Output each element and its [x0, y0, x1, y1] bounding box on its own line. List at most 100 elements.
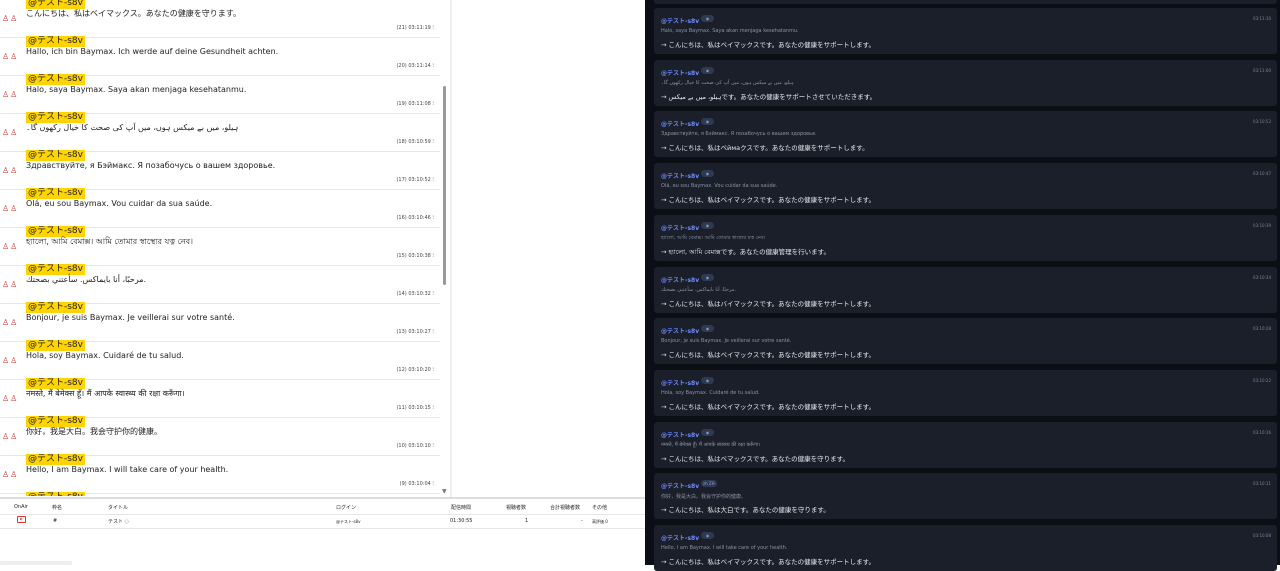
comment-row[interactable]: ♙♙ @テスト-s8v ہیلو، میں بے میکس ہوں، میں آپ … [0, 112, 440, 152]
translation-card[interactable]: @テスト-s8v ◉ 03:10:34 مرحبًا، أنا بايماكس. سأ… [654, 267, 1277, 313]
user-icon: ♙♙ [2, 394, 19, 403]
comment-row[interactable]: ♙♙ @テスト-s8v Bonjour, je suis Baymax. Je ve… [0, 302, 440, 342]
comment-row[interactable]: ♙♙ @テスト-s8v مرحبًا، أنا بايماكس. سأعتني بص… [0, 264, 440, 304]
translation-card[interactable]: @テスト-s8v ◉ 03:10:47 Olá, eu sou Baymax. Vou… [654, 163, 1277, 209]
table-header-divider [0, 514, 645, 515]
comment-menu-icon[interactable]: ⁝ [432, 405, 434, 411]
comment-menu-icon[interactable]: ⁝ [432, 291, 434, 297]
card-author[interactable]: @テスト-s8v [661, 533, 699, 542]
comment-row[interactable]: ♙♙ @テスト-s8v Hello, I am Baymax. I will tak… [0, 454, 440, 494]
user-icon: ♙♙ [2, 318, 19, 327]
comment-menu-icon[interactable]: ⁝ [432, 63, 434, 69]
comment-row[interactable]: ♙♙ @テスト-s8v হ্যালো, আমি বেমাক্স। আমি তোমার… [0, 226, 440, 266]
bottom-handle[interactable] [0, 561, 72, 565]
comment-row[interactable]: ♙♙ @テスト-s8v Halo, saya Baymax. Saya akan m… [0, 74, 440, 114]
card-author[interactable]: @テスト-s8v [661, 16, 699, 25]
comment-row[interactable]: ♙♙ @テスト-s8v Olá, eu sou Baymax. Vou cuidar… [0, 188, 440, 228]
header-title: タイトル [108, 505, 129, 511]
comment-author[interactable]: @テスト-s8v [26, 188, 85, 199]
comment-meta: (9) 03:10:04 ⁝ [400, 481, 434, 487]
comment-row[interactable]: ♙♙ @テスト-s8v こんにちは、私はベイマックス。あなたの健康を守ります。 (21… [0, 0, 440, 38]
language-badge: ◉ [701, 274, 714, 281]
card-author[interactable]: @テスト-s8v [661, 223, 699, 232]
comment-author[interactable]: @テスト-s8v [26, 454, 85, 465]
translation-card[interactable]: @テスト-s8v ◉ 03:10:22 Hola, soy Baymax. Cuida… [654, 370, 1277, 416]
comment-menu-icon[interactable]: ⁝ [432, 481, 434, 487]
card-original-text: Здравствуйте, я Бэймакс. Я позабочусь о … [661, 131, 817, 137]
translation-card[interactable]: @テスト-s8v ◉ 03:10:53 Здравствуйте, я Бэймакс… [654, 111, 1277, 157]
translation-card[interactable]: @テスト-s8v zh ZH 03:10:11 你好，我是大白。我会守护你的健康。 → … [654, 473, 1277, 519]
card-author[interactable]: @テスト-s8v [661, 326, 699, 335]
translation-card[interactable]: @テスト-s8v ◉ 03:10:08 Hello, I am Baymax. I w… [654, 525, 1277, 571]
row-title[interactable]: テスト ◌ [108, 518, 129, 525]
card-author[interactable]: @テスト-s8v [661, 275, 699, 284]
comment-author[interactable]: @テスト-s8v [26, 340, 85, 351]
comment-meta: (16) 03:10:46 ⁝ [396, 215, 434, 221]
comment-meta: (15) 03:10:38 ⁝ [396, 253, 434, 259]
comment-text: হ্যালো, আমি বেমাক্স। আমি তোমার স্বাস্থ্য… [26, 237, 193, 246]
row-total-viewers: - [581, 518, 583, 524]
comment-row[interactable]: ♙♙ @テスト-s8v Здравствуйте, я Бэймакс. Я поз… [0, 150, 440, 190]
comment-list[interactable]: ♙♙ @テスト-s8v こんにちは、私はベイマックス。あなたの健康を守ります。 (21… [0, 0, 450, 496]
translation-card[interactable]: @テスト-s8v ◉ 03:10:16 नमस्ते, मैं बेमेक्स हूँ… [654, 422, 1277, 468]
row-viewers: 1 [525, 518, 529, 524]
comment-author[interactable]: @テスト-s8v [26, 302, 85, 313]
comment-text: Hallo, ich bin Baymax. Ich werde auf dei… [26, 47, 279, 56]
comment-author[interactable]: @テスト-s8v [26, 36, 85, 47]
card-author[interactable]: @テスト-s8v [661, 171, 699, 180]
comment-row[interactable]: ♙♙ @テスト-s8v 你好，我是大白。我会守护你的健康。 (10) 03:10:10… [0, 416, 440, 456]
comment-time: 03:10:27 [408, 329, 431, 335]
comment-author[interactable]: @テスト-s8v [26, 226, 85, 237]
comment-text: Hola, soy Baymax. Cuidaré de tu salud. [26, 351, 184, 360]
comment-scrollbar-thumb[interactable] [443, 86, 446, 285]
comment-author[interactable]: @テスト-s8v [26, 112, 85, 123]
comment-menu-icon[interactable]: ⁝ [432, 443, 434, 449]
comment-author[interactable]: @テスト-s8v [26, 264, 85, 275]
horizontal-splitter[interactable] [0, 497, 645, 499]
comment-menu-icon[interactable]: ⁝ [432, 253, 434, 259]
comment-menu-icon[interactable]: ⁝ [432, 177, 434, 183]
comment-time: 03:10:59 [408, 139, 431, 145]
card-time: 03:10:22 [1253, 378, 1271, 383]
card-translated-text: → こんにちは、私はバイマックスです。あなたの健康をサポートします。 [661, 300, 876, 308]
comment-time: 03:11:19 [408, 25, 431, 31]
header-onair: OnAir [14, 504, 28, 510]
comment-menu-icon[interactable]: ⁝ [432, 367, 434, 373]
translation-card[interactable]: @テスト-s8v ◉ 03:11:10 Halo, saya Baymax. Saya… [654, 8, 1277, 54]
translation-card[interactable]: @テスト-s8v ◉ 03:11:00 ہیلو، میں بے میکس ہوں، … [654, 60, 1277, 106]
translation-card[interactable]: @テスト-s8v ◉ 03:10:28 Bonjour, je suis Baymax… [654, 318, 1277, 364]
card-author[interactable]: @テスト-s8v [661, 119, 699, 128]
onair-video-icon[interactable] [17, 516, 26, 523]
comment-author[interactable]: @テスト-s8v [26, 150, 85, 161]
comment-author[interactable]: @テスト-s8v [26, 492, 85, 496]
comment-time: 03:10:38 [408, 253, 431, 259]
card-author[interactable]: @テスト-s8v [661, 68, 699, 77]
comment-row[interactable]: ♙♙ @テスト-s8v Hallo, ich bin Baymax. Ich wer… [0, 36, 440, 76]
comment-author[interactable]: @テスト-s8v [26, 0, 85, 9]
comment-row[interactable]: ♙♙ @テスト-s8v नमस्ते, मैं बेमेक्स हूँ। मैं आ… [0, 378, 440, 418]
comment-menu-icon[interactable]: ⁝ [432, 101, 434, 107]
comment-number: (12) [396, 367, 407, 373]
comment-author[interactable]: @テスト-s8v [26, 378, 85, 389]
user-icon: ♙♙ [2, 356, 19, 365]
comment-menu-icon[interactable]: ⁝ [432, 215, 434, 221]
comment-author[interactable]: @テスト-s8v [26, 74, 85, 85]
comment-menu-icon[interactable]: ⁝ [432, 25, 434, 31]
comment-text: 你好，我是大白。我会守护你的健康。 [26, 427, 162, 436]
comment-menu-icon[interactable]: ⁝ [432, 139, 434, 145]
row-login[interactable]: @テスト-s8v [336, 519, 360, 525]
comment-menu-icon[interactable]: ⁝ [432, 329, 434, 335]
user-icon: ♙♙ [2, 470, 19, 479]
comment-row[interactable]: ♙♙ @テスト-s8v Hola, soy Baymax. Cuidaré de t… [0, 340, 440, 380]
card-author[interactable]: @テスト-s8v [661, 481, 699, 490]
comment-meta: (19) 03:11:08 ⁝ [396, 101, 434, 107]
comment-author[interactable]: @テスト-s8v [26, 416, 85, 427]
card-author[interactable]: @テスト-s8v [661, 378, 699, 387]
comment-text: Olá, eu sou Baymax. Vou cuidar da sua sa… [26, 199, 213, 208]
card-time: 03:10:11 [1253, 481, 1271, 486]
comment-time: 03:10:15 [408, 405, 431, 411]
scroll-down-arrow-icon[interactable]: ▼ [442, 488, 447, 495]
card-author[interactable]: @テスト-s8v [661, 430, 699, 439]
comment-row[interactable]: ♙♙@テスト-s8v ⁝ [0, 492, 440, 496]
translation-card[interactable]: @テスト-s8v ◉ 03:10:39 হ্যালো, আমি বেমাক্স। আম… [654, 215, 1277, 261]
